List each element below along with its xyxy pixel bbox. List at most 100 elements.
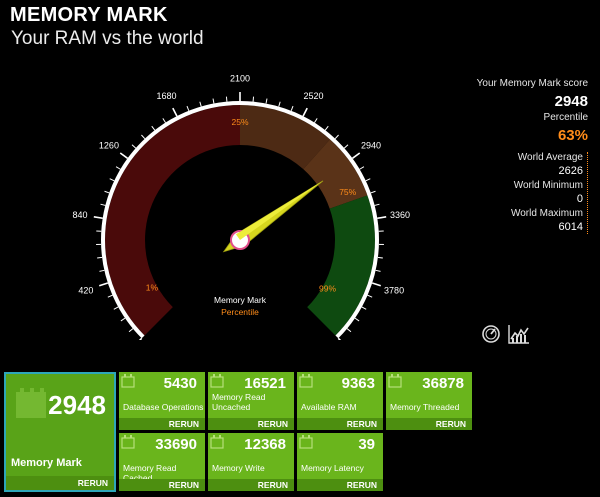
gauge-minor-tick	[375, 269, 381, 272]
gauge-major-tick	[98, 282, 109, 287]
tile-label: Memory Latency	[301, 463, 364, 473]
world-stats: World Average 2626 World Minimum 0 World…	[460, 152, 588, 234]
percentile-value: 63%	[557, 127, 588, 144]
gauge-center-label: Memory Mark	[214, 295, 267, 305]
gauge-zone-top	[307, 195, 376, 336]
gauge-minor-tick	[151, 125, 156, 131]
gauge-percentile-mark: 1%	[146, 282, 159, 292]
world-average-label: World Average	[517, 152, 583, 163]
gauge-minor-tick	[186, 105, 190, 111]
gauge-tick-label: 420	[78, 286, 93, 296]
gauge-minor-tick	[290, 105, 294, 111]
world-maximum-label: World Maximum	[510, 208, 583, 219]
score-panel: Your Memory Mark score 2948 Percentile 6…	[460, 78, 588, 234]
world-minimum-value: 0	[576, 193, 583, 205]
memory-mark-value: 2948	[48, 390, 106, 420]
gauge-percentile-mark: 99%	[319, 283, 336, 293]
gauge-minor-tick	[314, 118, 318, 123]
tile-memory-read-cached[interactable]: 33690 Memory Read Cached RERUN	[119, 433, 205, 491]
gauge-major-tick	[172, 107, 178, 117]
gauge-major-tick	[371, 282, 382, 287]
tile-available-ram[interactable]: 9363 Available RAM RERUN	[297, 372, 383, 430]
gauge-major-tick	[351, 152, 361, 159]
gauge-minor-tick	[120, 317, 126, 322]
tile-memory-read-uncached[interactable]: 16521 Memory Read Uncached RERUN	[208, 372, 294, 430]
rerun-button[interactable]: RERUN	[119, 479, 205, 491]
tile-label: Database Operations	[123, 402, 204, 412]
gauge-minor-tick	[374, 203, 380, 206]
tile-memory-write[interactable]: 12368 Memory Write RERUN	[208, 433, 294, 491]
gauge-tick-label: 1260	[99, 140, 119, 150]
gauge-minor-tick	[100, 203, 106, 206]
gauge-tick-label: 2940	[361, 140, 381, 150]
gauge-tick-label: 3360	[390, 210, 410, 220]
gauge-minor-tick	[113, 306, 119, 310]
tile-value: 9363	[341, 375, 375, 392]
gauge-minor-tick	[343, 144, 349, 149]
gauge-minor-tick	[97, 256, 103, 259]
gauge-minor-tick	[128, 328, 134, 333]
gauge-major-tick	[377, 216, 387, 220]
gauge-tick-label: 2520	[304, 91, 324, 101]
gauge-minor-tick	[107, 294, 113, 298]
gauge-tick-label: 3780	[384, 286, 404, 296]
gauge-major-tick	[93, 216, 103, 220]
gauge-tick-label: 2100	[230, 74, 250, 84]
tile-value: 36878	[422, 375, 464, 392]
tile-memory-latency[interactable]: 39 Memory Latency RERUN	[297, 433, 383, 491]
world-maximum-value: 6014	[558, 221, 583, 233]
tile-value: 33690	[155, 436, 197, 453]
tile-label: Memory Threaded	[390, 402, 460, 412]
page-title: MEMORY MARK	[10, 4, 168, 26]
gauge-minor-tick	[361, 306, 367, 310]
memory-mark-tile[interactable]: 2948 Memory Mark RERUN	[4, 372, 116, 492]
gauge-minor-tick	[359, 166, 365, 170]
gauge-minor-tick	[109, 178, 115, 182]
gauge-major-tick	[302, 107, 308, 117]
score-value: 2948	[554, 93, 588, 110]
memory-chip-icon	[210, 435, 224, 449]
gauge-tick-label: 840	[72, 210, 87, 220]
gauge-minor-tick	[99, 269, 105, 272]
tile-database-operations[interactable]: 5430 Database Operations RERUN	[119, 372, 205, 430]
chart-icon[interactable]	[508, 324, 529, 344]
gauge-tick-label: 1680	[156, 91, 176, 101]
tile-memory-threaded[interactable]: 36878 Memory Threaded RERUN	[386, 372, 472, 430]
rerun-button[interactable]: RERUN	[208, 418, 294, 430]
gauge-minor-tick	[324, 125, 329, 131]
percentile-label: Percentile	[543, 112, 588, 123]
gauge-minor-tick	[115, 166, 121, 170]
rerun-button[interactable]: RERUN	[297, 479, 383, 491]
gauge-minor-tick	[212, 98, 215, 104]
gauge-needle-highlight	[235, 180, 324, 240]
memory-chip-icon	[210, 374, 224, 388]
gauge-percentile-mark: 75%	[339, 187, 356, 197]
speedometer-icon[interactable]	[481, 324, 501, 344]
gauge-minor-tick	[334, 134, 339, 140]
gauge-minor-tick	[131, 144, 137, 149]
gauge-minor-tick	[141, 134, 146, 140]
memory-mark-label: Memory Mark	[11, 457, 82, 469]
memory-chip-icon	[16, 388, 46, 418]
score-label: Your Memory Mark score	[476, 78, 588, 89]
rerun-button[interactable]: RERUN	[297, 418, 383, 430]
gauge-center-sublabel: Percentile	[221, 307, 259, 317]
memory-chip-icon	[121, 374, 135, 388]
gauge-major-tick	[138, 337, 143, 340]
tile-label: Available RAM	[301, 402, 357, 412]
gauge-minor-tick	[370, 190, 376, 194]
rerun-button[interactable]: RERUN	[6, 476, 114, 490]
gauge-minor-tick	[199, 101, 202, 107]
gauge-percentile-mark: 25%	[231, 117, 248, 127]
memory-chip-icon	[299, 435, 313, 449]
tile-value: 12368	[244, 436, 286, 453]
memory-mark-gauge: 0420840126016802100252029403360378042001…	[72, 74, 410, 340]
tile-value: 39	[358, 436, 375, 453]
rerun-button[interactable]: RERUN	[208, 479, 294, 491]
rerun-button[interactable]: RERUN	[119, 418, 205, 430]
gauge-minor-tick	[354, 317, 360, 322]
tile-value: 16521	[244, 375, 286, 392]
tile-label: Memory Read Uncached	[212, 392, 266, 412]
gauge-minor-tick	[265, 98, 268, 104]
rerun-button[interactable]: RERUN	[386, 418, 472, 430]
